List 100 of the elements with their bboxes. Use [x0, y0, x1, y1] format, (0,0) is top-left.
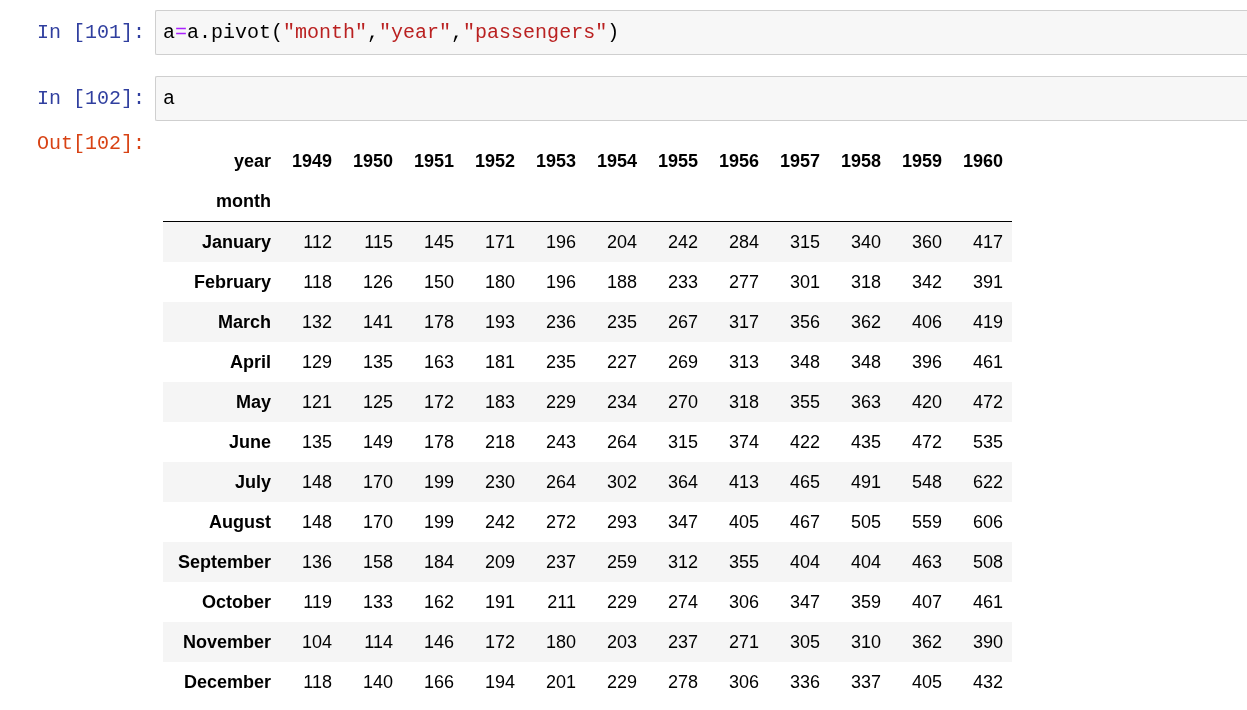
table-cell: 360 [890, 221, 951, 262]
table-cell: 390 [951, 622, 1012, 662]
table-cell: 396 [890, 342, 951, 382]
row-header: January [163, 221, 280, 262]
column-header: 1959 [900, 149, 943, 173]
table-cell: 230 [463, 462, 524, 502]
table-cell: 170 [341, 462, 402, 502]
table-cell: 404 [768, 542, 829, 582]
table-cell: 420 [890, 382, 951, 422]
table-cell: 112 [280, 221, 341, 262]
table-cell: 505 [829, 502, 890, 542]
table-cell: 302 [585, 462, 646, 502]
table-cell: 199 [402, 502, 463, 542]
table-cell: 133 [341, 582, 402, 622]
table-cell: 405 [890, 662, 951, 702]
table-cell: 199 [402, 462, 463, 502]
column-header: 1952 [473, 149, 516, 173]
table-cell: 318 [707, 382, 768, 422]
table-cell: 259 [585, 542, 646, 582]
input-prompt: In [101]: [35, 20, 146, 46]
row-header: May [163, 382, 280, 422]
table-cell: 237 [646, 622, 707, 662]
table-cell: 269 [646, 342, 707, 382]
table-cell: 363 [829, 382, 890, 422]
column-header: 1955 [656, 149, 699, 173]
table-cell: 172 [402, 382, 463, 422]
table-cell: 145 [402, 221, 463, 262]
table-cell: 312 [646, 542, 707, 582]
table-cell: 104 [280, 622, 341, 662]
table-cell: 317 [707, 302, 768, 342]
input-prompt: In [102]: [35, 86, 146, 112]
column-header: 1960 [961, 149, 1004, 173]
table-cell: 203 [585, 622, 646, 662]
table-cell: 237 [524, 542, 585, 582]
column-header: 1958 [839, 149, 882, 173]
table-cell: 204 [585, 221, 646, 262]
table-cell: 148 [280, 502, 341, 542]
table-cell: 140 [341, 662, 402, 702]
table-cell: 166 [402, 662, 463, 702]
table-cell: 119 [280, 582, 341, 622]
table-cell: 404 [829, 542, 890, 582]
table-cell: 461 [951, 342, 1012, 382]
row-header: October [163, 582, 280, 622]
table-cell: 315 [646, 422, 707, 462]
column-header: 1950 [351, 149, 394, 173]
table-cell: 191 [463, 582, 524, 622]
table-cell: 348 [829, 342, 890, 382]
table-cell: 181 [463, 342, 524, 382]
table-cell: 242 [646, 221, 707, 262]
table-cell: 461 [951, 582, 1012, 622]
table-cell: 114 [341, 622, 402, 662]
column-header: 1956 [717, 149, 760, 173]
table-cell: 407 [890, 582, 951, 622]
table-cell: 118 [280, 262, 341, 302]
table-cell: 301 [768, 262, 829, 302]
table-cell: 508 [951, 542, 1012, 582]
table-cell: 129 [280, 342, 341, 382]
table-cell: 293 [585, 502, 646, 542]
table-cell: 535 [951, 422, 1012, 462]
table-cell: 347 [768, 582, 829, 622]
table-cell: 274 [646, 582, 707, 622]
row-header: February [163, 262, 280, 302]
table-cell: 136 [280, 542, 341, 582]
table-cell: 362 [829, 302, 890, 342]
table-cell: 559 [890, 502, 951, 542]
table-cell: 405 [707, 502, 768, 542]
table-cell: 472 [890, 422, 951, 462]
table-cell: 342 [890, 262, 951, 302]
table-cell: 141 [341, 302, 402, 342]
table-cell: 432 [951, 662, 1012, 702]
table-cell: 306 [707, 582, 768, 622]
table-cell: 188 [585, 262, 646, 302]
table-cell: 278 [646, 662, 707, 702]
table-cell: 201 [524, 662, 585, 702]
row-header: April [163, 342, 280, 382]
table-cell: 310 [829, 622, 890, 662]
table-cell: 336 [768, 662, 829, 702]
table-cell: 491 [829, 462, 890, 502]
table-cell: 267 [646, 302, 707, 342]
table-cell: 235 [524, 342, 585, 382]
table-cell: 313 [707, 342, 768, 382]
table-cell: 163 [402, 342, 463, 382]
table-cell: 171 [463, 221, 524, 262]
code-cell[interactable]: a=a.pivot("month","year","passengers") [155, 10, 1247, 55]
table-cell: 196 [524, 221, 585, 262]
table-cell: 180 [463, 262, 524, 302]
row-header: September [163, 542, 280, 582]
column-header: 1951 [412, 149, 455, 173]
table-cell: 467 [768, 502, 829, 542]
table-cell: 229 [585, 582, 646, 622]
table-cell: 180 [524, 622, 585, 662]
table-cell: 347 [646, 502, 707, 542]
code-cell[interactable]: a [155, 76, 1247, 121]
table-cell: 472 [951, 382, 1012, 422]
table-cell: 193 [463, 302, 524, 342]
table-cell: 355 [768, 382, 829, 422]
table-cell: 465 [768, 462, 829, 502]
table-cell: 463 [890, 542, 951, 582]
table-cell: 364 [646, 462, 707, 502]
table-cell: 264 [585, 422, 646, 462]
